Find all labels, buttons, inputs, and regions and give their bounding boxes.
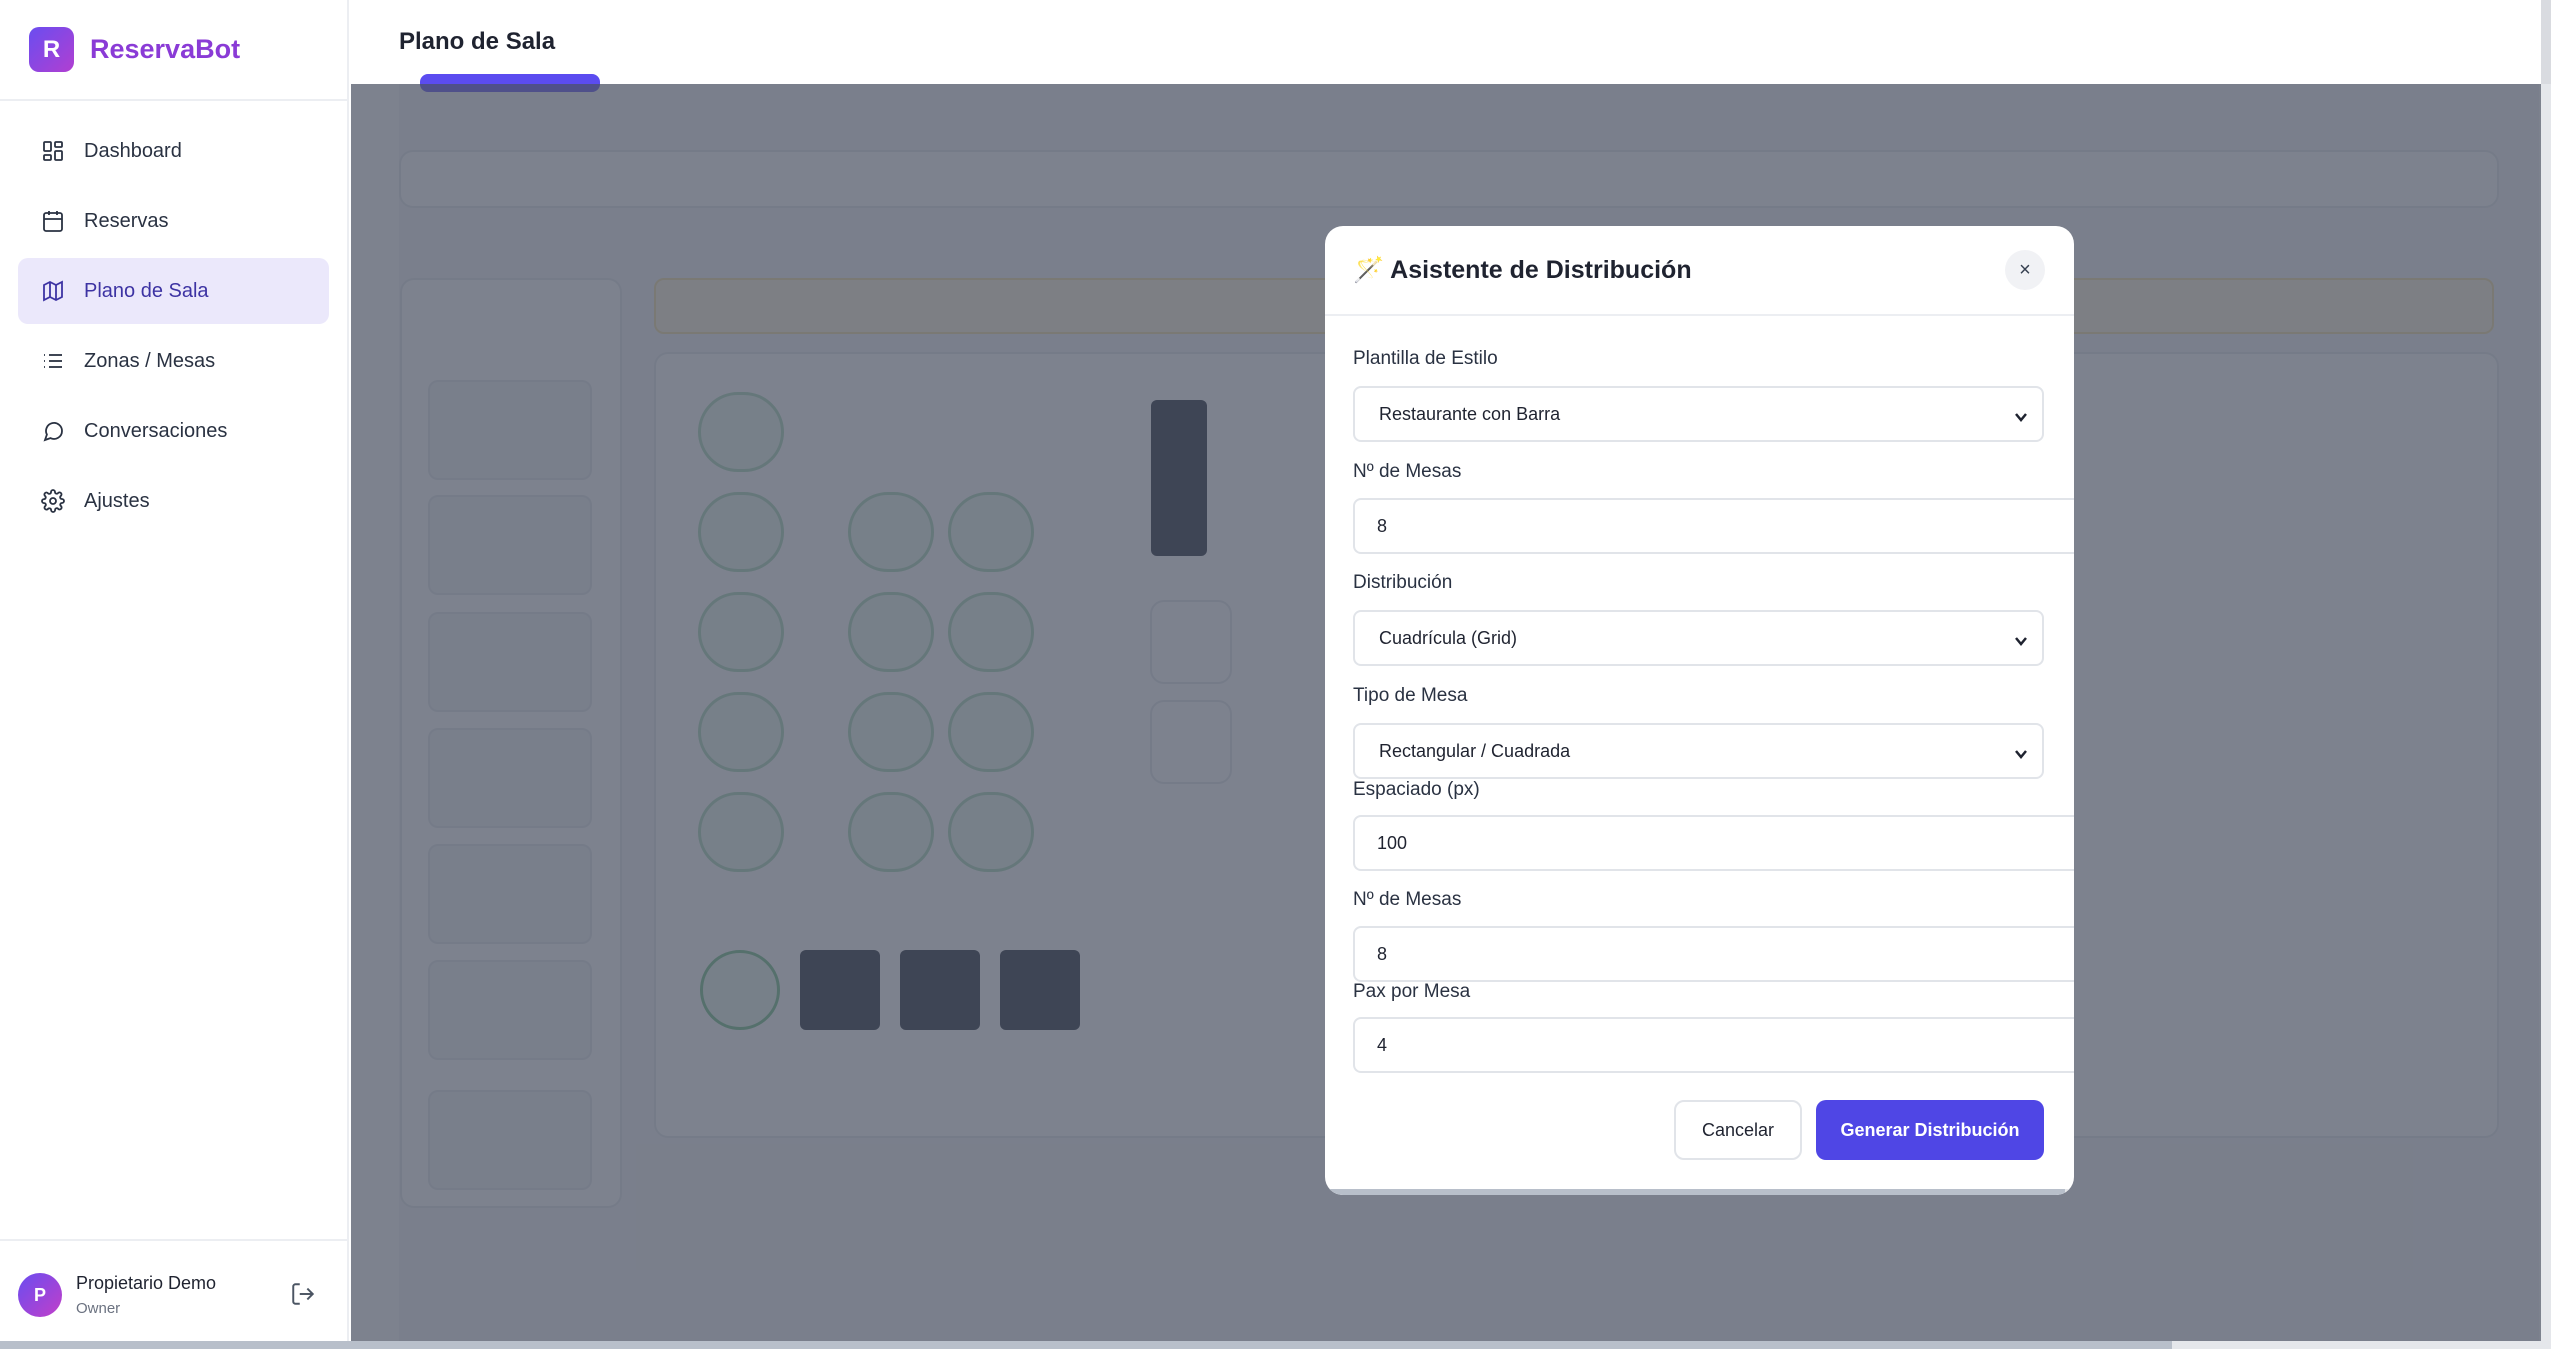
- gear-icon: [40, 488, 66, 514]
- pax-per-table-label: Pax por Mesa: [1353, 981, 1471, 1002]
- sidebar-item-dashboard[interactable]: Dashboard: [18, 118, 329, 184]
- sidebar-item-label: Plano de Sala: [84, 279, 209, 302]
- distribution-select-value: Cuadrícula (Grid): [1379, 627, 1518, 648]
- modal-title: 🪄 Asistente de Distribución: [1353, 255, 1692, 284]
- spacing-input[interactable]: 100: [1353, 815, 2074, 871]
- distribution-wizard-modal: 🪄 Asistente de Distribución × Plantilla …: [1325, 226, 2074, 1195]
- chat-bubble-icon: [40, 418, 66, 444]
- scrollbar-thumb[interactable]: [0, 1341, 2172, 1349]
- scrollbar[interactable]: [2541, 84, 2551, 1349]
- distribution-label: Distribución: [1353, 572, 1453, 593]
- layout-grid-icon: [40, 138, 66, 164]
- close-button[interactable]: ×: [2005, 250, 2045, 290]
- distribution-select[interactable]: Cuadrícula (Grid): [1353, 610, 2044, 666]
- template-select[interactable]: Restaurante con Barra: [1353, 386, 2044, 442]
- sidebar-item-conversaciones[interactable]: Conversaciones: [18, 398, 329, 464]
- sidebar-item-label: Dashboard: [84, 139, 182, 162]
- page-title: Plano de Sala: [399, 28, 556, 55]
- num-tables-label: Nº de Mesas: [1353, 889, 1462, 910]
- cancel-button[interactable]: Cancelar: [1674, 1100, 1802, 1160]
- table-type-select-value: Rectangular / Cuadrada: [1379, 740, 1571, 761]
- avatar: P: [18, 1273, 62, 1317]
- list-icon: [40, 348, 66, 374]
- sidebar-item-label: Ajustes: [84, 489, 150, 512]
- scrollbar-thumb[interactable]: [1325, 1189, 2065, 1195]
- brand[interactable]: R ReservaBot: [0, 0, 347, 101]
- chevron-down-icon: [2014, 745, 2028, 759]
- scrollbar[interactable]: [2541, 0, 2551, 84]
- template-select-value: Restaurante con Barra: [1379, 403, 1561, 424]
- table-type-select[interactable]: Rectangular / Cuadrada: [1353, 723, 2044, 779]
- scrollbar[interactable]: [0, 1341, 2551, 1349]
- chevron-down-icon: [2014, 632, 2028, 646]
- user-panel: P Propietario Demo Owner: [0, 1239, 349, 1349]
- brand-logo: R: [29, 27, 74, 72]
- num-tables-input[interactable]: 8: [1353, 926, 2074, 982]
- user-role: Owner: [76, 1300, 121, 1317]
- generate-distribution-button[interactable]: Generar Distribución: [1816, 1100, 2044, 1160]
- table-type-label: Tipo de Mesa: [1353, 685, 1468, 706]
- sidebar-item-zonas-mesas[interactable]: Zonas / Mesas: [18, 328, 329, 394]
- spacing-label: Espaciado (px): [1353, 779, 1480, 800]
- scrollbar[interactable]: [1325, 1189, 2074, 1195]
- sidebar-item-reservas[interactable]: Reservas: [18, 188, 329, 254]
- chevron-down-icon: [2014, 408, 2028, 422]
- template-label: Plantilla de Estilo: [1353, 348, 1498, 369]
- sidebar-item-label: Zonas / Mesas: [84, 349, 216, 372]
- user-info: Propietario Demo Owner: [76, 1273, 216, 1317]
- map-icon: [40, 278, 66, 304]
- num-tables-input[interactable]: 8: [1353, 498, 2074, 554]
- num-tables-label: Nº de Mesas: [1353, 461, 1462, 482]
- sidebar-item-label: Reservas: [84, 209, 169, 232]
- sidebar: R ReservaBot Dashboard Reservas Plano de…: [0, 0, 349, 1349]
- calendar-icon: [40, 208, 66, 234]
- sidebar-item-plano-de-sala[interactable]: Plano de Sala: [18, 258, 329, 324]
- sidebar-item-label: Conversaciones: [84, 419, 228, 442]
- sidebar-item-ajustes[interactable]: Ajustes: [18, 468, 329, 534]
- logout-icon[interactable]: [290, 1281, 318, 1309]
- sidebar-nav: Dashboard Reservas Plano de Sala Zonas /…: [0, 101, 347, 534]
- pax-per-table-input[interactable]: 4: [1353, 1017, 2074, 1073]
- brand-name: ReservaBot: [90, 34, 241, 64]
- top-header: Plano de Sala: [351, 0, 2551, 84]
- modal-header: 🪄 Asistente de Distribución: [1325, 226, 2074, 316]
- user-name: Propietario Demo: [76, 1273, 217, 1293]
